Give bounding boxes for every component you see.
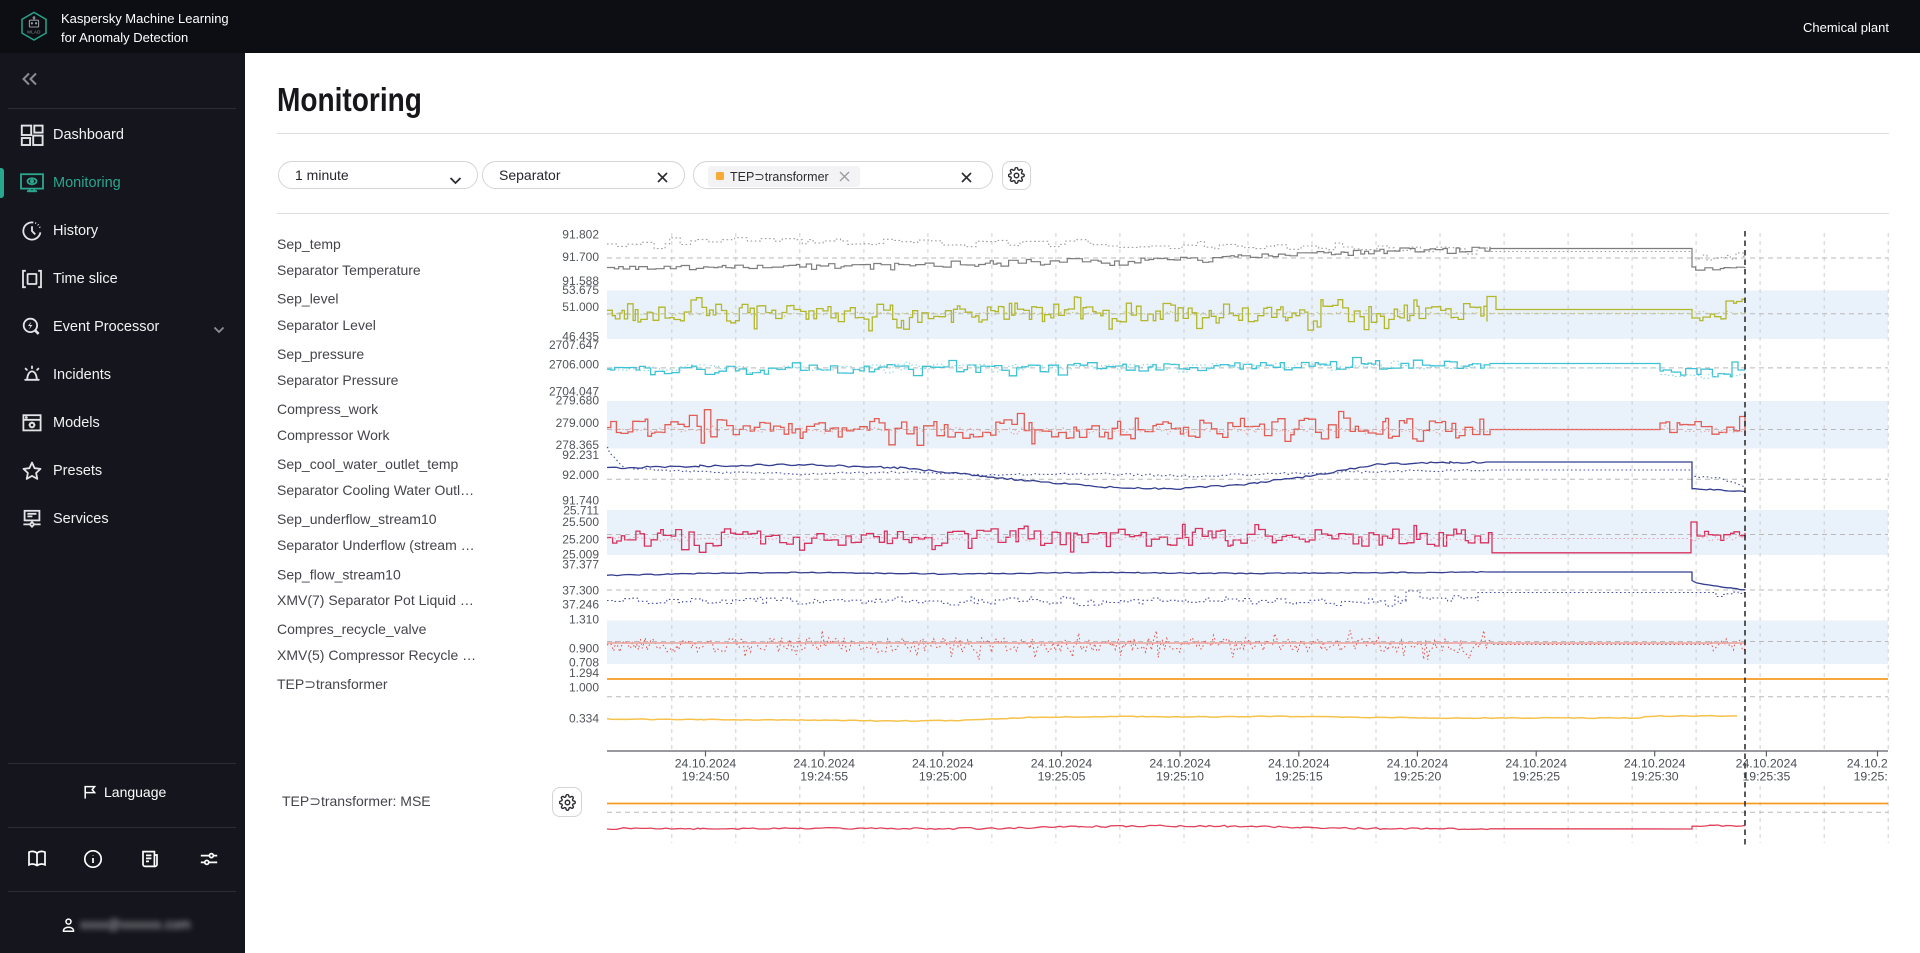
svg-text:MLAD: MLAD (27, 29, 40, 34)
